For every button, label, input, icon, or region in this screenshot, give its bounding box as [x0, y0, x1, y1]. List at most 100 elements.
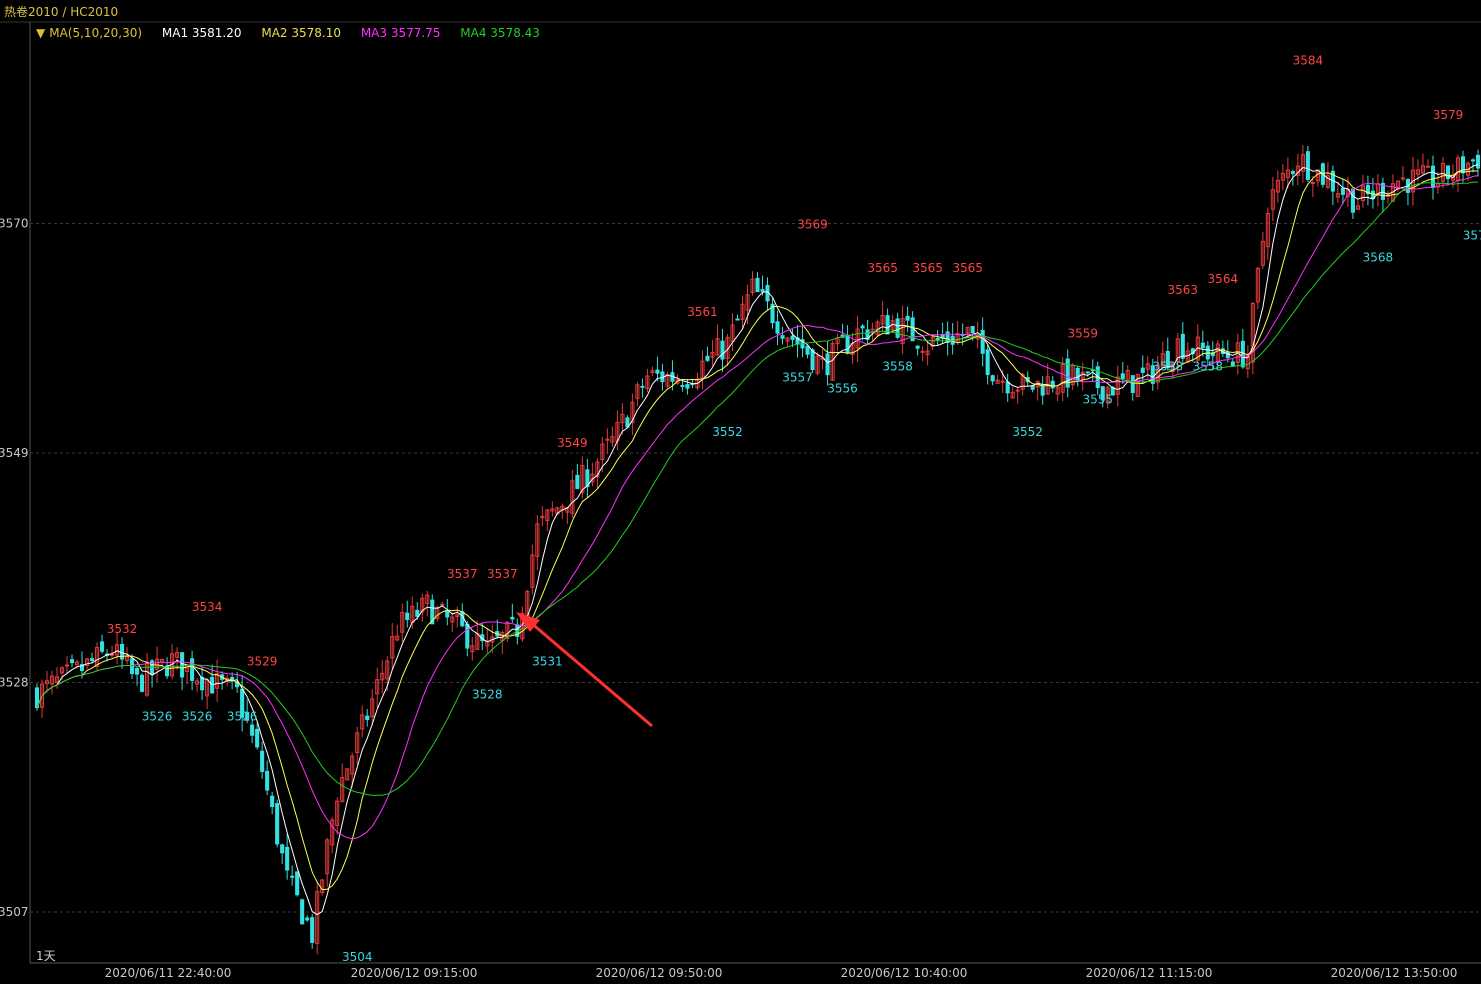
- candle-body[interactable]: [290, 875, 295, 878]
- candle-body[interactable]: [460, 611, 465, 627]
- candle-body[interactable]: [825, 353, 830, 376]
- candle-body[interactable]: [1400, 177, 1405, 180]
- candle-body[interactable]: [845, 335, 850, 354]
- candle-body[interactable]: [1310, 181, 1315, 184]
- candle-body[interactable]: [1075, 367, 1080, 382]
- candle-body[interactable]: [780, 335, 785, 339]
- candle-body[interactable]: [1085, 371, 1090, 374]
- candle-body[interactable]: [575, 474, 580, 490]
- candle-body[interactable]: [190, 658, 195, 681]
- candle-body[interactable]: [1290, 171, 1295, 175]
- candle-body[interactable]: [720, 340, 725, 360]
- candle-body[interactable]: [250, 724, 255, 736]
- candle-body[interactable]: [415, 609, 420, 617]
- candle-body[interactable]: [260, 750, 265, 772]
- candle-body[interactable]: [735, 318, 740, 321]
- candle-body[interactable]: [135, 668, 140, 675]
- candle-body[interactable]: [1340, 187, 1345, 195]
- y-tick-label: 3528: [0, 676, 29, 690]
- candle-body[interactable]: [1475, 154, 1481, 169]
- candle-body[interactable]: [640, 385, 645, 388]
- candle-body[interactable]: [1350, 188, 1355, 213]
- candle-body[interactable]: [1130, 375, 1135, 393]
- high-price-label: 3537: [487, 567, 518, 581]
- candle-body[interactable]: [985, 349, 990, 376]
- candle-body[interactable]: [1305, 151, 1310, 180]
- candle-body[interactable]: [365, 715, 370, 721]
- candle-body[interactable]: [1120, 373, 1125, 380]
- candle-body[interactable]: [510, 616, 515, 620]
- candle-body[interactable]: [1200, 342, 1205, 349]
- candle-body[interactable]: [1040, 385, 1045, 396]
- candle-body[interactable]: [1015, 389, 1020, 392]
- candle-body[interactable]: [1000, 380, 1005, 383]
- candle-body[interactable]: [255, 728, 260, 748]
- candle-body[interactable]: [1180, 333, 1185, 359]
- low-price-label: 3558: [1193, 360, 1224, 374]
- candle-body[interactable]: [180, 652, 185, 678]
- candle-body[interactable]: [275, 803, 280, 845]
- candle-body[interactable]: [705, 355, 710, 361]
- candle-body[interactable]: [1230, 361, 1235, 367]
- candle-body[interactable]: [200, 676, 205, 691]
- high-price-label: 3537: [447, 567, 478, 581]
- low-price-label: 3556: [827, 382, 858, 396]
- candle-body[interactable]: [89, 658, 95, 661]
- candle-body[interactable]: [140, 674, 145, 692]
- candle-body[interactable]: [465, 623, 470, 649]
- high-price-label: 3549: [557, 436, 588, 450]
- y-tick-label: 3570: [0, 217, 29, 231]
- candle-body[interactable]: [285, 846, 290, 871]
- candle-body[interactable]: [905, 315, 910, 321]
- candle-body[interactable]: [1050, 380, 1055, 389]
- candle-body[interactable]: [1005, 381, 1010, 394]
- candle-body[interactable]: [805, 345, 810, 355]
- candle-body[interactable]: [440, 603, 445, 606]
- candle-body[interactable]: [1240, 340, 1245, 368]
- candle-body[interactable]: [860, 325, 865, 329]
- candle-body[interactable]: [445, 610, 450, 618]
- candle-body[interactable]: [990, 375, 995, 382]
- annotation-arrow: [529, 620, 653, 728]
- candle-body[interactable]: [64, 664, 70, 667]
- candle-body[interactable]: [300, 899, 305, 925]
- high-price-label: 3565: [952, 261, 983, 275]
- candle-body[interactable]: [305, 917, 310, 921]
- candle-body[interactable]: [99, 641, 105, 652]
- x-tick-label: 2020/06/12 11:15:00: [1086, 966, 1213, 980]
- candle-body[interactable]: [685, 384, 690, 389]
- candle-body[interactable]: [970, 326, 975, 334]
- candle-body[interactable]: [755, 277, 760, 293]
- candle-body[interactable]: [810, 349, 815, 371]
- candle-body[interactable]: [1425, 165, 1431, 168]
- candle-body[interactable]: [265, 770, 270, 791]
- low-price-label: 3504: [342, 950, 373, 964]
- candle-body[interactable]: [605, 438, 610, 441]
- candle-body[interactable]: [280, 844, 285, 854]
- high-price-label: 3569: [797, 217, 828, 231]
- candle-body[interactable]: [69, 659, 75, 664]
- candlestick-chart[interactable]: 3507 3528 3549 3570 2020/06/11 22:40:00 2020/…: [0, 0, 1481, 984]
- candle-body[interactable]: [895, 318, 900, 338]
- high-price-label: 3559: [1067, 327, 1098, 341]
- candle-body[interactable]: [655, 369, 660, 374]
- candle-body[interactable]: [405, 612, 410, 621]
- candle-body[interactable]: [935, 337, 940, 341]
- candle-body[interactable]: [270, 795, 275, 808]
- candle-body[interactable]: [110, 653, 115, 656]
- candle-body[interactable]: [1140, 367, 1145, 373]
- candle-body[interactable]: [980, 329, 985, 354]
- high-price-label: 3565: [867, 261, 898, 275]
- candle-body[interactable]: [915, 345, 920, 349]
- candle-body[interactable]: [1470, 159, 1476, 162]
- candle-body[interactable]: [790, 335, 795, 340]
- candle-body[interactable]: [1430, 165, 1436, 188]
- candle-body[interactable]: [920, 350, 925, 353]
- candle-body[interactable]: [295, 871, 300, 896]
- candle-body[interactable]: [1225, 351, 1230, 359]
- candle-body[interactable]: [760, 289, 765, 292]
- candle-body[interactable]: [775, 321, 780, 334]
- candle-body[interactable]: [310, 917, 315, 943]
- period-label[interactable]: 1天: [36, 947, 56, 964]
- candle-body[interactable]: [680, 385, 685, 388]
